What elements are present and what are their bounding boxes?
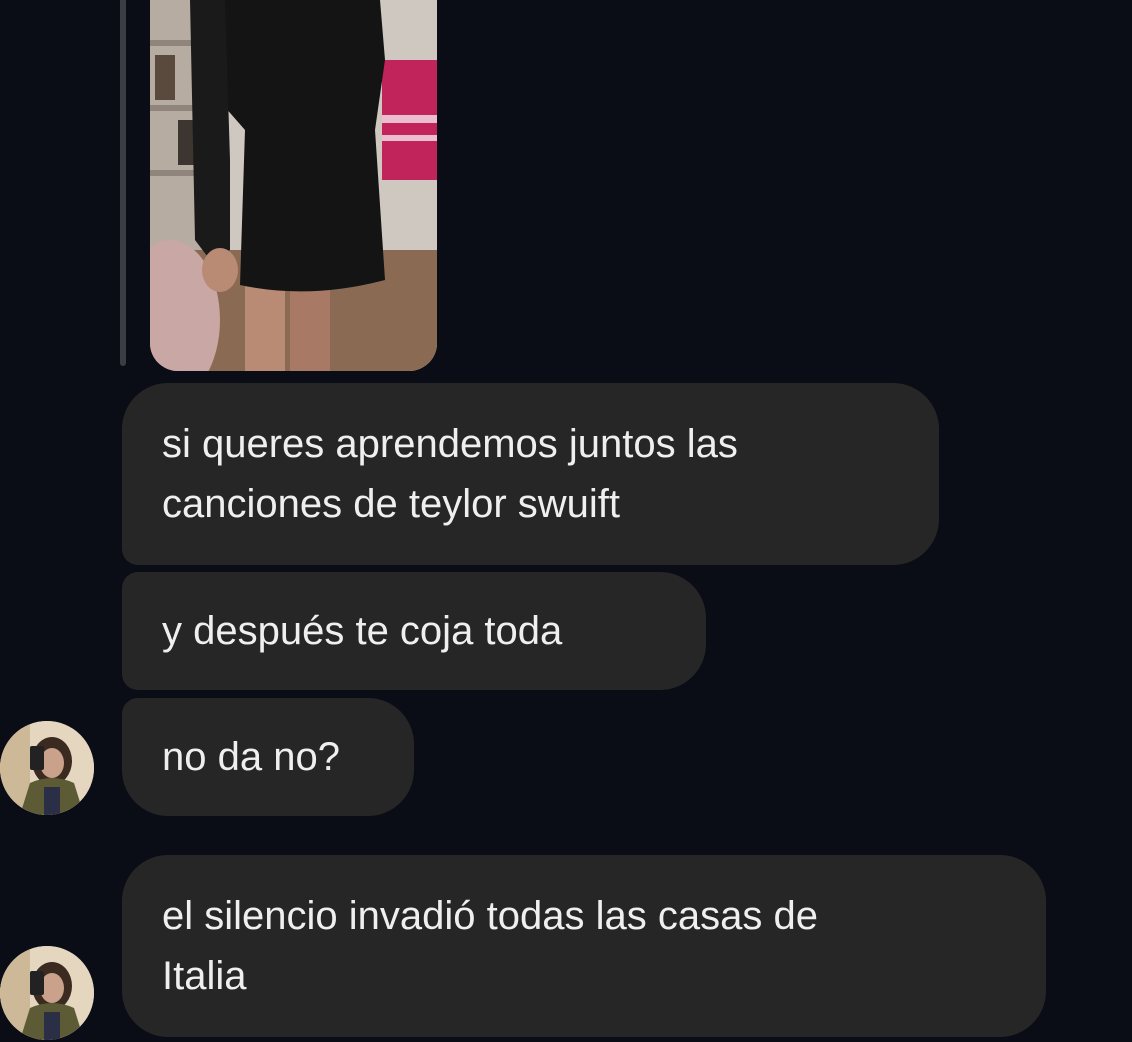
message-text-line: no da no? <box>162 735 340 779</box>
message-text-line: Italia <box>162 954 247 998</box>
photo-image <box>150 0 437 371</box>
message-text-line: el silencio invadió todas las casas de <box>162 894 818 938</box>
avatar-image <box>0 721 94 815</box>
message-group-indicator <box>120 0 126 366</box>
message-text-line: canciones de teylor swuift <box>162 482 621 526</box>
message-text-line: y después te coja toda <box>162 609 563 653</box>
sender-avatar[interactable] <box>0 721 94 815</box>
message-bubble[interactable]: y después te coja toda <box>122 572 706 690</box>
avatar-image <box>0 946 94 1040</box>
message-bubble[interactable]: si queres aprendemos juntos las cancione… <box>122 383 939 565</box>
shared-photo[interactable] <box>150 0 437 371</box>
sender-avatar[interactable] <box>0 946 94 1040</box>
message-text-line: si queres aprendemos juntos las <box>162 422 738 466</box>
message-bubble[interactable]: no da no? <box>122 698 414 816</box>
message-bubble[interactable]: el silencio invadió todas las casas de I… <box>122 855 1046 1037</box>
